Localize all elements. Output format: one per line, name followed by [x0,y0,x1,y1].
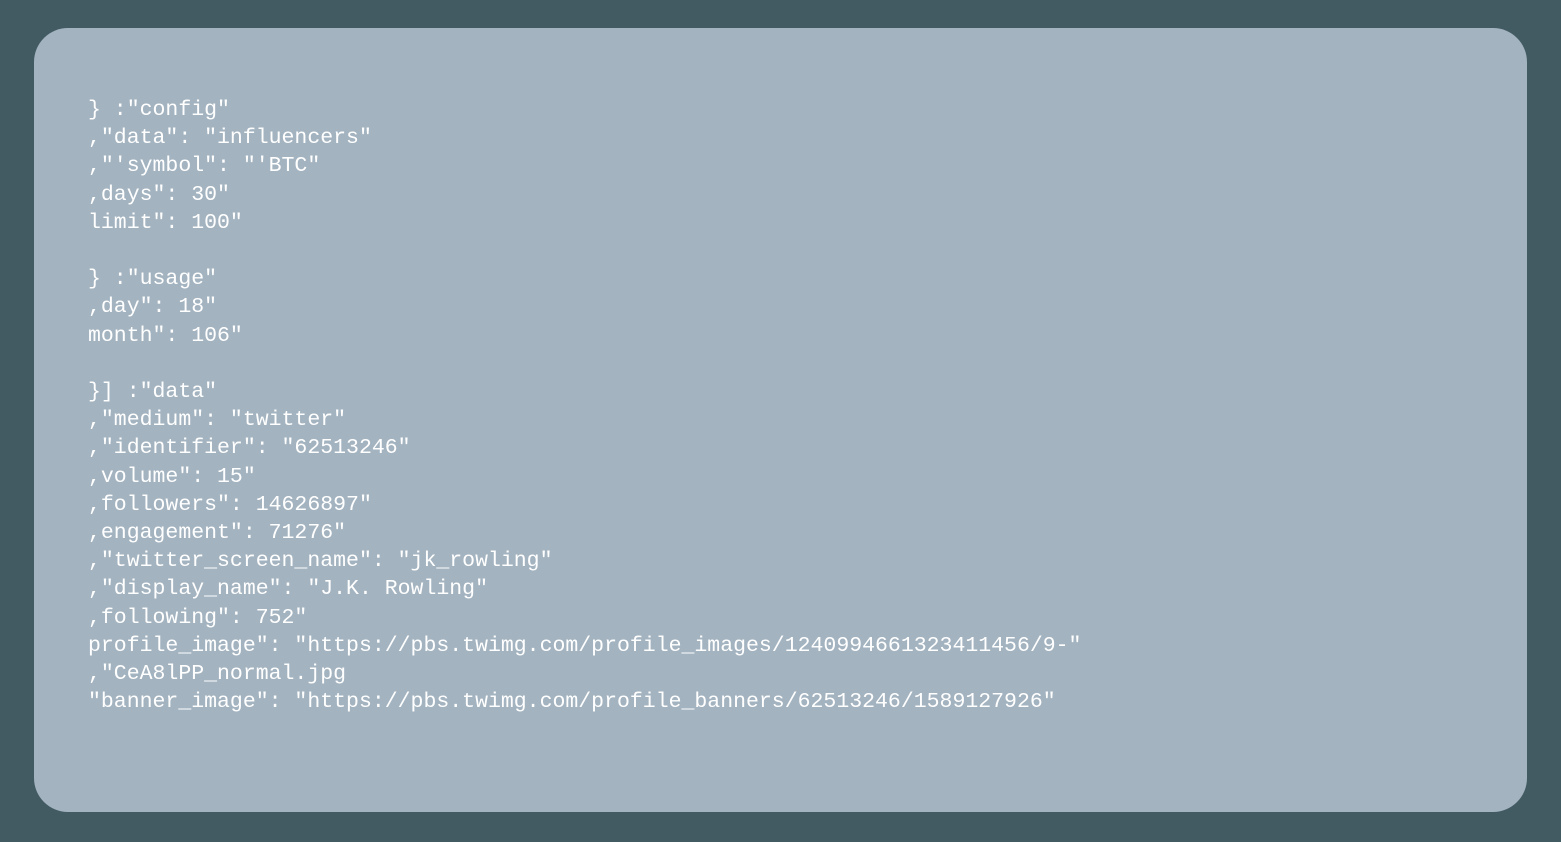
code-block: } :"config" ,"data": "influencers" ,"'sy… [88,96,1473,716]
code-panel: } :"config" ,"data": "influencers" ,"'sy… [34,28,1527,812]
